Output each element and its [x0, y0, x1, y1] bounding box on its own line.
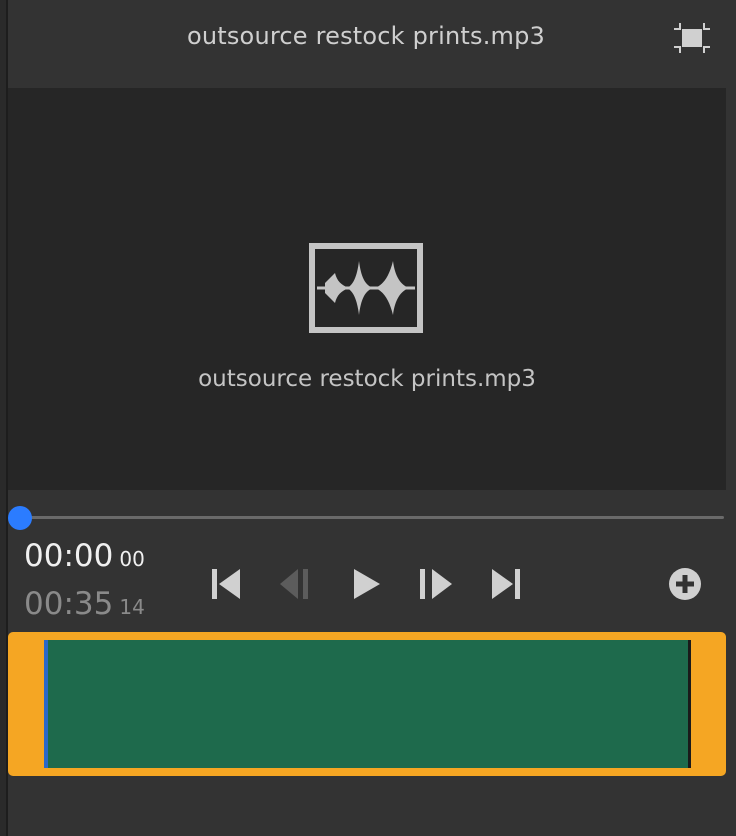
clip-out-marker[interactable] [688, 640, 691, 768]
clip-waveform [44, 640, 690, 768]
skip-to-start-button[interactable] [208, 566, 244, 602]
duration-frames: 14 [119, 595, 145, 619]
skip-to-end-icon [492, 569, 520, 599]
play-button[interactable] [348, 566, 384, 602]
add-button[interactable] [668, 567, 702, 601]
step-back-button[interactable] [278, 566, 314, 602]
duration-time: 00:35 [24, 586, 114, 622]
panel-title: outsource restock prints.mp3 [186, 22, 546, 50]
audio-file-icon [309, 243, 423, 333]
media-preview-panel: outsource restock prints.mp3 outsource r… [0, 0, 736, 836]
panel-edge [0, 0, 8, 836]
fullscreen-icon [674, 23, 710, 53]
skip-to-end-button[interactable] [488, 566, 524, 602]
step-back-icon [280, 569, 308, 599]
audio-clip[interactable] [8, 632, 726, 776]
media-filename: outsource restock prints.mp3 [198, 366, 536, 392]
current-time: 00:00 [24, 538, 114, 574]
panel-header: outsource restock prints.mp3 [8, 0, 736, 88]
scrub-bar[interactable] [20, 516, 724, 519]
media-preview: outsource restock prints.mp3 [8, 88, 726, 490]
step-forward-button[interactable] [418, 566, 454, 602]
duration-timecode: 00:35 14 [24, 586, 145, 622]
play-icon [354, 569, 380, 599]
playhead-handle[interactable] [8, 506, 32, 530]
current-timecode: 00:00 00 [24, 538, 145, 574]
step-forward-icon [420, 569, 452, 599]
fullscreen-button[interactable] [672, 20, 712, 56]
skip-to-start-icon [212, 569, 240, 599]
add-circle-icon [669, 568, 701, 600]
current-frames: 00 [119, 547, 145, 571]
clip-in-marker[interactable] [44, 640, 48, 768]
